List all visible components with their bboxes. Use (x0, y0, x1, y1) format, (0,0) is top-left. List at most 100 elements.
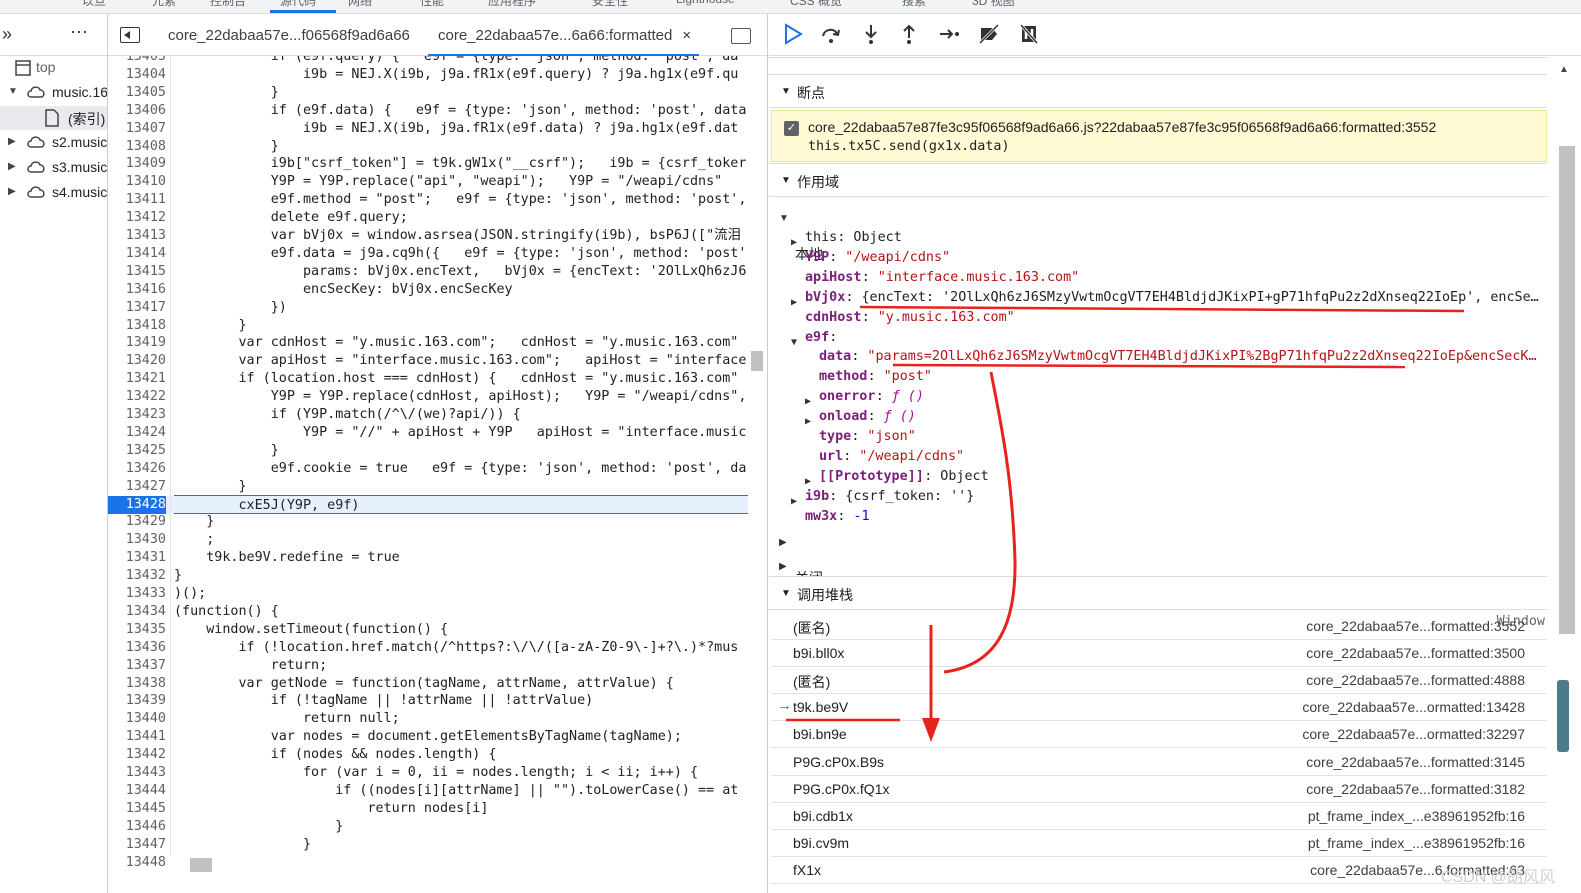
scope-variable[interactable]: method: "post" (805, 367, 1545, 387)
step-into-icon[interactable] (857, 22, 885, 48)
panel-tab[interactable]: 元素 (152, 0, 176, 8)
code-line[interactable]: 13431 t9k.be9V.redefine = true (108, 549, 748, 567)
code-line[interactable]: 13436 if (!location.href.match(/^https?:… (108, 639, 748, 657)
breakpoint-item[interactable]: ✓ core_22dabaa57e87fe3c95f06568f9ad6a66.… (771, 110, 1547, 162)
line-number[interactable]: 13424 (108, 424, 166, 442)
close-icon[interactable]: × (682, 27, 691, 44)
scope-closure-header[interactable]: ▶ 关闭 (779, 528, 1549, 586)
code-line[interactable]: 13432} (108, 567, 748, 585)
code-line[interactable]: 13435 window.setTimeout(function() { (108, 621, 748, 639)
code-line[interactable]: 13407 i9b = NEJ.X(i9b, j9a.fR1x(e9f.data… (108, 120, 748, 138)
expanded-icon[interactable]: ▼ (8, 86, 18, 97)
scope-variable[interactable]: ▶ [[Prototype]]: Object (805, 467, 1545, 487)
callstack-frame[interactable]: b9i.cdb1x pt_frame_index_...e38961952fb:1… (771, 803, 1547, 830)
scope-variable[interactable]: apiHost: "interface.music.163.com" (791, 268, 1545, 288)
panel-tab[interactable]: 搜索 (902, 0, 926, 8)
collapsed-icon[interactable]: ▶ (805, 392, 811, 407)
scroll-up-icon[interactable]: ▲ (1559, 64, 1569, 75)
code-line[interactable]: 13421 if (location.host === cdnHost) { c… (108, 370, 748, 388)
line-number[interactable]: 13441 (108, 728, 166, 746)
collapsed-icon[interactable]: ▶ (791, 233, 797, 248)
line-number[interactable]: 13417 (108, 299, 166, 317)
line-number[interactable]: 13435 (108, 621, 166, 639)
collapsed-icon[interactable]: ▶ (8, 186, 16, 197)
line-number[interactable]: 13444 (108, 782, 166, 800)
line-number[interactable]: 13433 (108, 585, 166, 603)
frame-location[interactable]: core_22dabaa57e...formatted:3145 (1306, 754, 1525, 770)
callstack-frame[interactable]: b9i.cv9m pt_frame_index_...e38961952fb:16 (771, 830, 1547, 857)
scope-variable[interactable]: Y9P: "/weapi/cdns" (791, 248, 1545, 268)
line-number[interactable]: 13419 (108, 334, 166, 352)
line-number[interactable]: 13426 (108, 460, 166, 478)
code-line[interactable]: 13433)(); (108, 585, 748, 603)
editor-horizontal-scrollbar[interactable] (170, 856, 745, 874)
line-number[interactable]: 13432 (108, 567, 166, 585)
scope-variable[interactable]: mw3x: -1 (791, 507, 1545, 527)
expanded-icon[interactable]: ▼ (791, 333, 797, 348)
code-line[interactable]: 13429 } (108, 513, 748, 531)
code-line[interactable]: 13424 Y9P = "//" + apiHost + Y9P apiHost… (108, 424, 748, 442)
code-line[interactable]: 13403 if (e9f.query) { e9f = {type: 'jso… (108, 56, 748, 66)
line-number[interactable]: 13434 (108, 603, 166, 621)
code-line[interactable]: 13441 var nodes = document.getElementsBy… (108, 728, 748, 746)
more-options-icon[interactable]: ⋯ (70, 22, 89, 43)
callstack-frame[interactable]: b9i.bll0x core_22dabaa57e...formatted:350… (771, 640, 1547, 668)
code-line[interactable]: 13409 i9b["csrf_token"] = t9k.gW1x("__cs… (108, 155, 748, 173)
step-out-icon[interactable] (895, 22, 923, 48)
collapsed-icon[interactable]: ▶ (805, 472, 811, 487)
panel-tab[interactable]: 源代码 (280, 0, 316, 8)
navigator-item[interactable]: top (0, 56, 107, 80)
line-number[interactable]: 13427 (108, 478, 166, 496)
line-number[interactable]: 13412 (108, 209, 166, 227)
code-line[interactable]: 13404 i9b = NEJ.X(i9b, j9a.fR1x(e9f.quer… (108, 66, 748, 84)
frame-location[interactable]: core_22dabaa57e...formatted:3182 (1306, 781, 1525, 797)
panel-tab[interactable]: 安全性 (592, 0, 628, 8)
code-line[interactable]: 13417 }) (108, 299, 748, 317)
code-line[interactable]: 13447 } (108, 836, 748, 854)
panel-tab[interactable]: Lighthouse (676, 0, 735, 8)
code-line[interactable]: 13440 return null; (108, 710, 748, 728)
panel-tab[interactable]: CSS 概览 (790, 0, 842, 8)
frame-location[interactable]: pt_frame_index_...e38961952fb:16 (1308, 808, 1525, 824)
line-number[interactable]: 13421 (108, 370, 166, 388)
code-line[interactable]: 13411 e9f.method = "post"; e9f = {type: … (108, 191, 748, 209)
deactivate-breakpoints-icon[interactable] (975, 22, 1003, 48)
line-number[interactable]: 13404 (108, 66, 166, 84)
code-line[interactable]: 13434 (function() { (108, 603, 748, 621)
step-icon[interactable] (935, 22, 963, 48)
code-line[interactable]: 13445 return nodes[i] (108, 800, 748, 818)
callstack-frame[interactable]: b9i.bn9e core_22dabaa57e...ormatted:32297 (771, 721, 1547, 749)
code-line[interactable]: 13413 var bVj0x = window.asrsea(JSON.str… (108, 227, 748, 245)
current-execution-line[interactable]: 13428 cxE5J(Y9P, e9f) (108, 494, 748, 514)
panel-tab[interactable]: 网络 (348, 0, 372, 8)
code-line[interactable]: 13438 var getNode = function(tagName, at… (108, 675, 748, 693)
navigator-item[interactable]: ▶ s3.music (0, 156, 107, 180)
code-line[interactable]: 13426 e9f.cookie = true e9f = {type: 'js… (108, 460, 748, 478)
frame-location[interactable]: core_22dabaa57e...formatted:3500 (1306, 645, 1525, 661)
tab-core-source[interactable]: core_22dabaa57e...f06568f9ad6a66 (168, 14, 410, 56)
line-number[interactable]: 13423 (108, 406, 166, 424)
scope-variable[interactable]: ▼ e9f: (791, 328, 1545, 348)
editor-vertical-scrollbar[interactable] (749, 56, 765, 856)
scope-variable[interactable]: ▶ this: Object (791, 228, 1545, 248)
callstack-frame-current[interactable]: → t9k.be9V core_22dabaa57e...ormatted:1342… (771, 694, 1547, 722)
line-number[interactable]: 13407 (108, 120, 166, 138)
line-number[interactable]: 13447 (108, 836, 166, 854)
scope-variable[interactable]: type: "json" (805, 427, 1545, 447)
frame-location[interactable]: core_22dabaa57e...formatted:4888 (1306, 672, 1525, 688)
pause-on-exceptions-icon[interactable] (1015, 22, 1043, 48)
line-number[interactable]: 13442 (108, 746, 166, 764)
navigator-item[interactable]: ▼ music.16 (0, 81, 107, 105)
debugger-scrollbar[interactable]: ▲ (1549, 56, 1579, 893)
code-line[interactable]: 13416 encSecKey: bVj0x.encSecKey (108, 281, 748, 299)
code-line[interactable]: 13430 ; (108, 531, 748, 549)
scope-variable[interactable]: ▶ i9b: {csrf_token: ''} (791, 487, 1545, 507)
code-line[interactable]: 13422 Y9P = Y9P.replace(cdnHost, apiHost… (108, 388, 748, 406)
line-number[interactable]: 13448 (108, 854, 166, 869)
scope-variable[interactable]: data: "params=2OlLxQh6zJ6SMzyVwtmOcgVT7EH… (805, 347, 1545, 367)
code-line[interactable]: 13446 } (108, 818, 748, 836)
breakpoints-section-header[interactable]: ▼ 断点 (769, 74, 1547, 108)
scope-local-header[interactable]: ▼ 本地 (779, 204, 823, 262)
code-line[interactable]: 13408 } (108, 138, 748, 156)
toggle-navigator-icon[interactable] (120, 27, 140, 43)
